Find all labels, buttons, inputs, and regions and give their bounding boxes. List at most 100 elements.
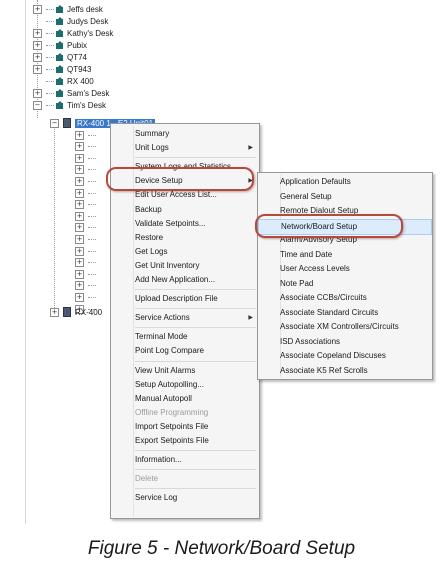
expand-icon[interactable]: + bbox=[75, 200, 84, 210]
tree-site[interactable]: RX 400 bbox=[33, 75, 94, 87]
tree-connector bbox=[46, 8, 54, 10]
menu-item-export-setpoints-file[interactable]: Export Setpoints File bbox=[111, 434, 259, 448]
tree-site[interactable]: Judys Desk bbox=[33, 15, 108, 27]
expand-icon[interactable]: + bbox=[33, 4, 42, 14]
expand-icon[interactable]: + bbox=[75, 234, 84, 244]
tree-child-node[interactable]: + bbox=[75, 164, 96, 176]
menu-item-manual-autopoll[interactable]: Manual Autopoll bbox=[111, 392, 259, 406]
tree-unit[interactable]: + RX-400 bbox=[50, 306, 102, 318]
menu-item-get-logs[interactable]: Get Logs bbox=[111, 245, 259, 259]
site-icon bbox=[56, 89, 63, 97]
submenu-item-associate-standard-circuits[interactable]: Associate Standard Circuits bbox=[258, 306, 432, 320]
tree-connector bbox=[88, 250, 96, 252]
submenu-item-associate-ccbs-circuits[interactable]: Associate CCBs/Circuits bbox=[258, 291, 432, 305]
menu-item-label: Restore bbox=[135, 232, 164, 242]
tree-site[interactable]: + QT943 bbox=[33, 63, 91, 75]
tree-connector bbox=[88, 273, 96, 275]
expand-icon[interactable]: + bbox=[75, 223, 84, 233]
menu-item-label: Service Log bbox=[135, 493, 178, 503]
menu-separator bbox=[135, 308, 256, 310]
collapse-icon[interactable]: − bbox=[33, 100, 42, 110]
tree-child-node[interactable]: + bbox=[75, 222, 96, 234]
menu-item-restore[interactable]: Restore bbox=[111, 231, 259, 245]
expand-icon[interactable]: + bbox=[75, 142, 84, 152]
tree-site[interactable]: + QT74 bbox=[33, 51, 87, 63]
expand-icon[interactable]: + bbox=[75, 246, 84, 256]
expand-icon[interactable]: + bbox=[75, 165, 84, 175]
menu-item-validate-setpoints[interactable]: Validate Setpoints... bbox=[111, 217, 259, 231]
site-label: Judys Desk bbox=[67, 16, 109, 26]
expand-icon[interactable]: + bbox=[33, 52, 42, 62]
tree-connector bbox=[88, 192, 96, 194]
tree-connector bbox=[46, 80, 54, 82]
menu-item-label: Upload Description File bbox=[135, 294, 218, 304]
submenu-item-general-setup[interactable]: General Setup bbox=[258, 190, 432, 204]
menu-item-label: Application Defaults bbox=[280, 177, 351, 186]
tree-site[interactable]: + Pubix bbox=[33, 39, 87, 51]
expand-icon[interactable]: + bbox=[33, 88, 42, 98]
expand-icon[interactable]: + bbox=[33, 64, 42, 74]
submenu-item-user-access-levels[interactable]: User Access Levels bbox=[258, 262, 432, 276]
menu-item-terminal-mode[interactable]: Terminal Mode bbox=[111, 330, 259, 344]
expand-icon[interactable]: + bbox=[75, 211, 84, 221]
tree-child-node[interactable]: + bbox=[75, 291, 96, 303]
tree-child-node[interactable]: + bbox=[75, 152, 96, 164]
tree-child-node[interactable]: + bbox=[75, 245, 96, 257]
menu-item-get-unit-inventory[interactable]: Get Unit Inventory bbox=[111, 259, 259, 273]
submenu-item-associate-copeland-discuses[interactable]: Associate Copeland Discuses bbox=[258, 349, 432, 363]
tree-child-node[interactable]: + bbox=[75, 129, 96, 141]
tree-child-node[interactable]: + bbox=[75, 187, 96, 199]
expand-icon[interactable]: + bbox=[75, 176, 84, 186]
menu-item-label: Backup bbox=[135, 204, 162, 214]
expand-icon[interactable]: + bbox=[75, 258, 84, 268]
tree-child-node[interactable]: + bbox=[75, 199, 96, 211]
menu-item-point-log-compare[interactable]: Point Log Compare bbox=[111, 344, 259, 358]
tree-child-node[interactable]: + bbox=[75, 141, 96, 153]
expand-icon[interactable]: + bbox=[75, 269, 84, 279]
tree-child-node[interactable]: + bbox=[75, 257, 96, 269]
expand-icon[interactable]: + bbox=[75, 281, 84, 291]
expand-icon[interactable]: + bbox=[75, 292, 84, 302]
expand-icon[interactable]: + bbox=[33, 40, 42, 50]
expand-icon[interactable]: + bbox=[75, 153, 84, 163]
submenu-item-associate-k5-ref-scrolls[interactable]: Associate K5 Ref Scrolls bbox=[258, 364, 432, 378]
expand-icon[interactable]: + bbox=[75, 130, 84, 140]
collapse-icon[interactable]: − bbox=[50, 118, 59, 128]
menu-item-summary[interactable]: Summary bbox=[111, 127, 259, 141]
menu-separator bbox=[135, 450, 256, 452]
menu-item-information[interactable]: Information... bbox=[111, 453, 259, 467]
submenu-item-associate-xm-controllers-circuits[interactable]: Associate XM Controllers/Circuits bbox=[258, 320, 432, 334]
tree-site[interactable]: − Tim's Desk bbox=[33, 99, 106, 111]
tree-child-node[interactable]: + bbox=[75, 268, 96, 280]
menu-item-unit-logs[interactable]: Unit Logs ▶ bbox=[111, 141, 259, 155]
tree-site[interactable]: + Kathy's Desk bbox=[33, 27, 113, 39]
menu-item-view-unit-alarms[interactable]: View Unit Alarms bbox=[111, 364, 259, 378]
tree-child-node[interactable]: + bbox=[75, 175, 96, 187]
site-label: Kathy's Desk bbox=[67, 28, 114, 38]
submenu-item-application-defaults[interactable]: Application Defaults bbox=[258, 175, 432, 189]
menu-item-import-setpoints-file[interactable]: Import Setpoints File bbox=[111, 420, 259, 434]
menu-item-setup-autopolling[interactable]: Setup Autopolling... bbox=[111, 378, 259, 392]
tree-connector bbox=[88, 296, 96, 298]
menu-item-upload-description-file[interactable]: Upload Description File bbox=[111, 292, 259, 306]
tree-connector bbox=[88, 238, 96, 240]
tree-child-node[interactable]: + bbox=[75, 280, 96, 292]
submenu-item-isd-associations[interactable]: ISD Associations bbox=[258, 335, 432, 349]
menu-item-label: Time and Date bbox=[280, 249, 333, 259]
expand-icon[interactable]: + bbox=[33, 28, 42, 38]
menu-item-label: Information... bbox=[135, 455, 182, 465]
tree-site[interactable]: + Jeffs desk bbox=[33, 3, 103, 15]
submenu-item-time-and-date[interactable]: Time and Date bbox=[258, 248, 432, 262]
menu-item-backup[interactable]: Backup bbox=[111, 203, 259, 217]
tree-site[interactable]: + Sam's Desk bbox=[33, 87, 109, 99]
menu-item-add-new-application[interactable]: Add New Application... bbox=[111, 273, 259, 287]
expand-icon[interactable]: + bbox=[75, 188, 84, 198]
menu-item-label: General Setup bbox=[280, 191, 332, 201]
menu-item-service-actions[interactable]: Service Actions ▶ bbox=[111, 311, 259, 325]
tree-child-node[interactable]: + bbox=[75, 210, 96, 222]
menu-item-service-log[interactable]: Service Log bbox=[111, 491, 259, 505]
submenu-item-note-pad[interactable]: Note Pad bbox=[258, 277, 432, 291]
tree-child-node[interactable]: + bbox=[75, 233, 96, 245]
expand-icon[interactable]: + bbox=[50, 307, 59, 317]
device-setup-highlight bbox=[106, 167, 254, 191]
